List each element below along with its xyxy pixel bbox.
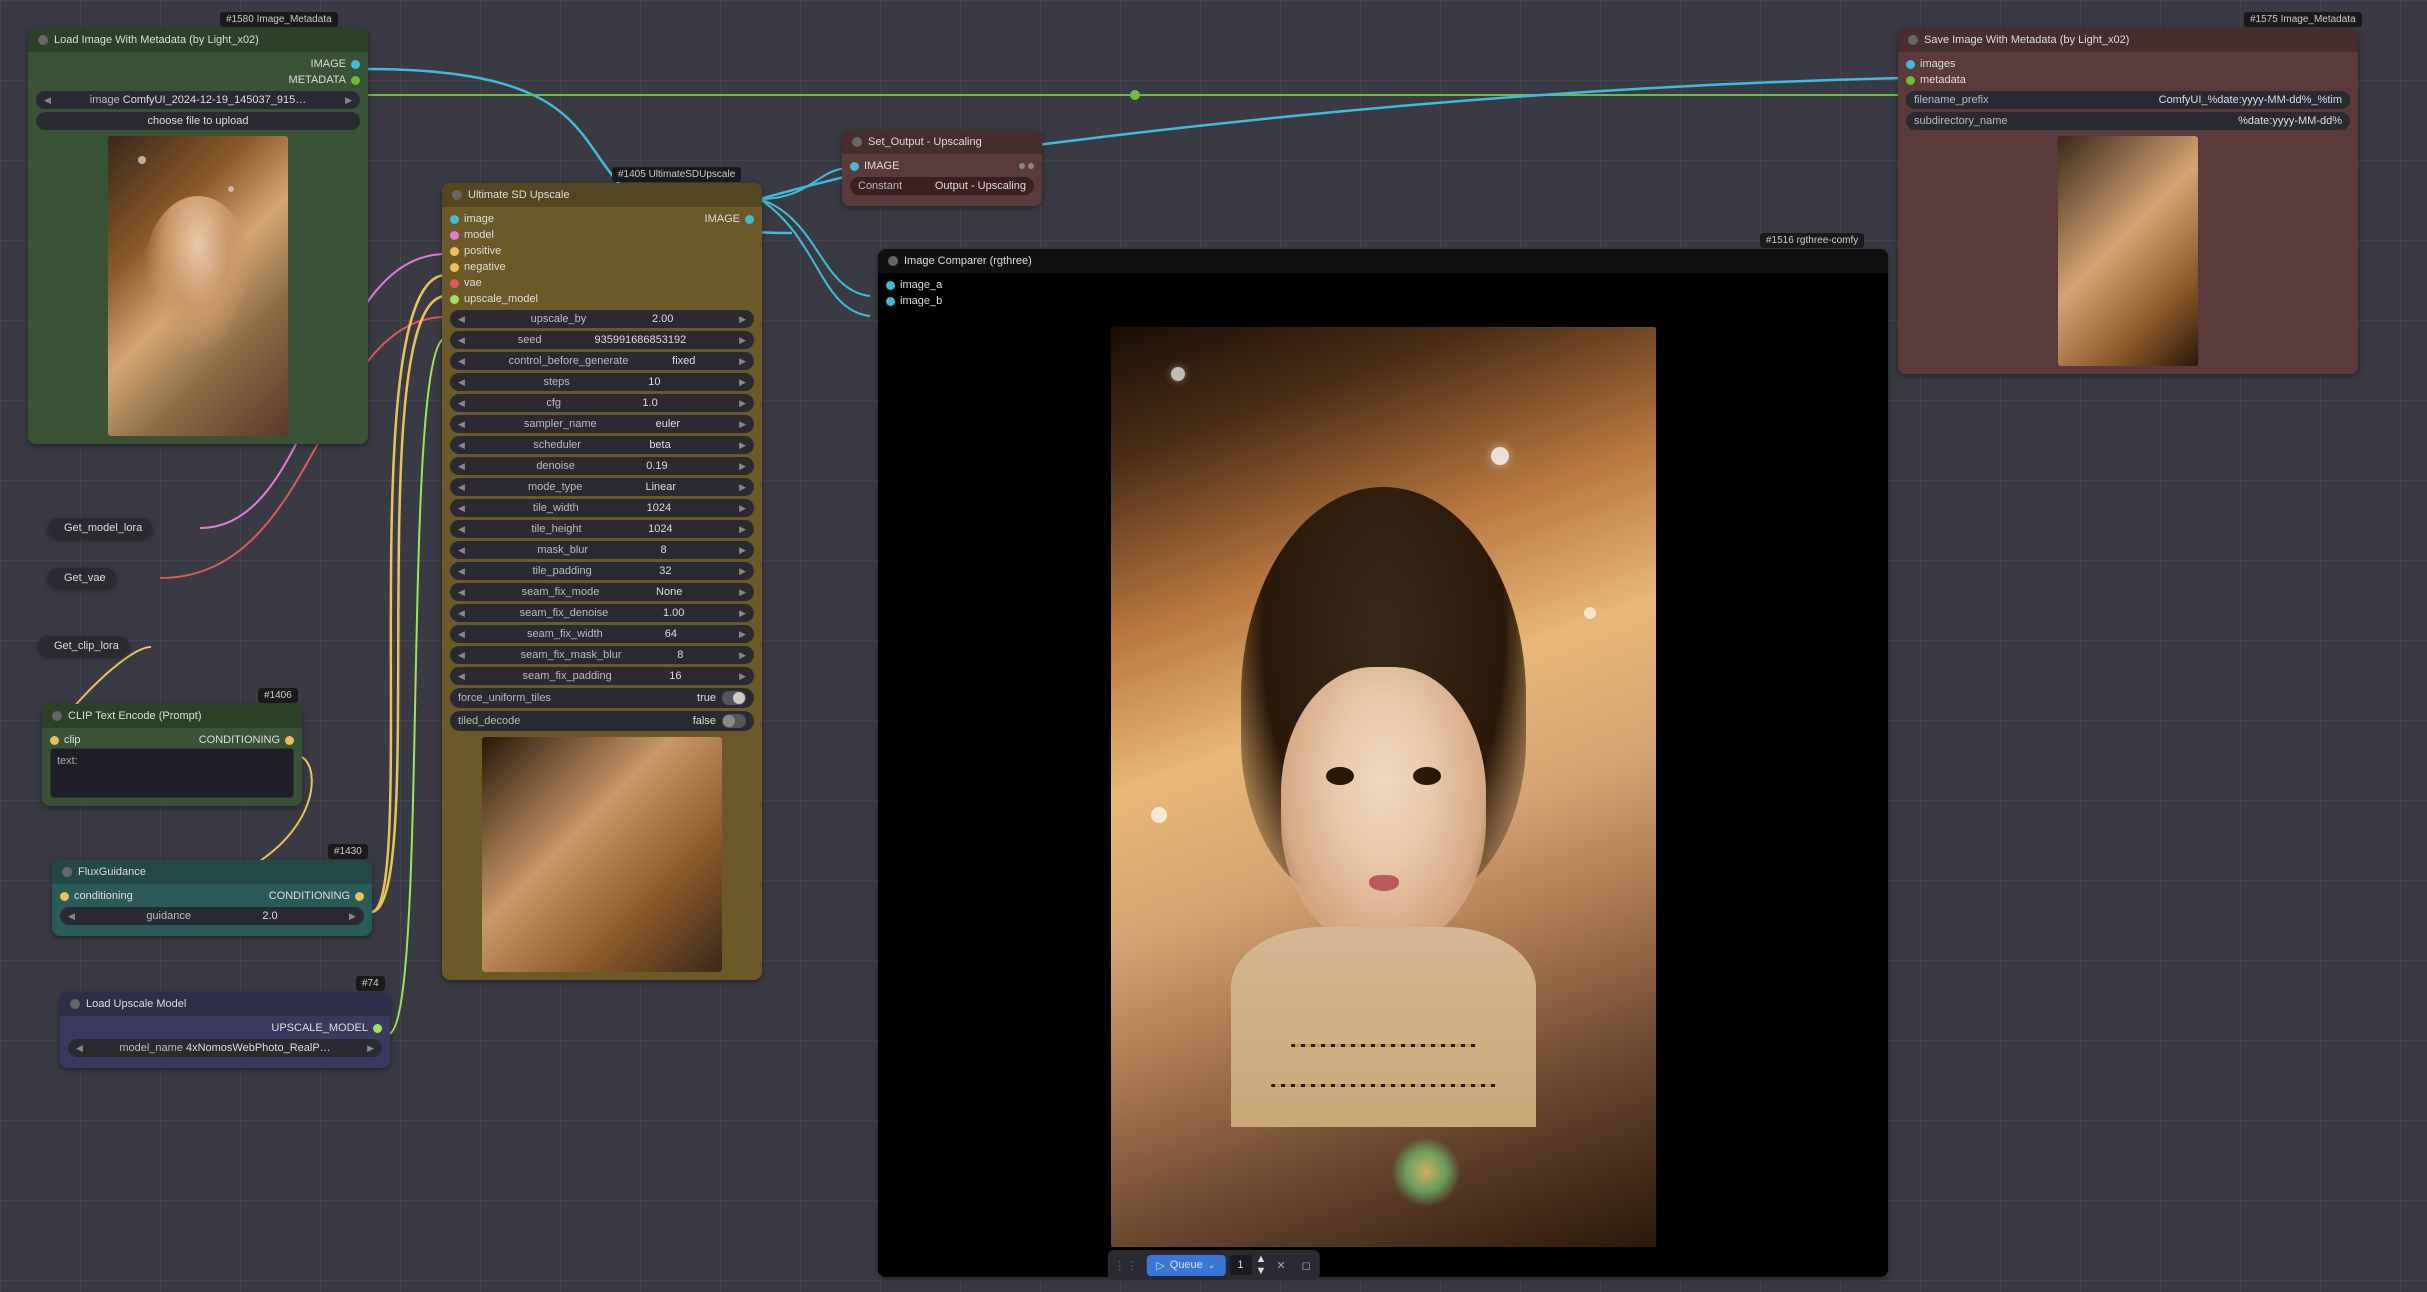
input-port[interactable] [450,231,459,240]
param-mode_type[interactable]: ◀mode_typeLinear▶ [450,478,754,496]
node-get-clip-lora[interactable]: Get_clip_lora [38,636,129,656]
param-steps[interactable]: ◀steps10▶ [450,373,754,391]
output-port[interactable] [351,76,360,85]
node-badge: #1580 Image_Metadata [220,12,338,27]
image-preview [482,737,722,972]
node-badge: #74 [356,976,385,991]
comparer-preview [886,309,1880,1265]
image-select-widget[interactable]: ◀image ComfyUI_2024-12-19_145037_915…▶ [36,91,360,109]
param-mask_blur[interactable]: ◀mask_blur8▶ [450,541,754,559]
guidance-widget[interactable]: ◀guidance2.0▶ [60,907,364,925]
input-port[interactable] [450,295,459,304]
input-port[interactable] [450,263,459,272]
node-get-model-lora[interactable]: Get_model_lora [48,518,152,538]
subdirectory-widget[interactable]: subdirectory_name%date:yyyy-MM-dd% [1906,112,2350,130]
queue-button[interactable]: ▷ Queue ⌄ [1146,1255,1225,1276]
param-denoise[interactable]: ◀denoise0.19▶ [450,457,754,475]
queue-bar: ⋮⋮ ▷ Queue ⌄ 1 ▲▼ ✕ ◻ [1107,1250,1319,1280]
image-preview [108,136,288,436]
node-flux-guidance[interactable]: FluxGuidance conditioning CONDITIONING ◀… [52,860,372,936]
run-icon: ▷ [1156,1259,1164,1272]
output-port[interactable] [351,60,360,69]
node-image-comparer[interactable]: Image Comparer (rgthree) image_a image_b [878,249,1888,1277]
node-set-output[interactable]: Set_Output - Upscaling IMAGE Constant Ou… [842,130,1042,206]
batch-count-input[interactable]: 1 [1229,1255,1251,1275]
param-seam_fix_width[interactable]: ◀seam_fix_width64▶ [450,625,754,643]
toggle-force_uniform_tiles[interactable]: force_uniform_tilestrue [450,688,754,708]
choose-file-button[interactable]: choose file to upload [36,112,360,130]
input-port[interactable] [450,247,459,256]
node-badge: #1516 rgthree-comfy [1760,233,1864,248]
param-seed[interactable]: ◀seed935991686853192▶ [450,331,754,349]
node-ultimate-sd-upscale[interactable]: Ultimate SD Upscale imagemodelpositivene… [442,183,762,980]
model-name-widget[interactable]: ◀model_name 4xNomosWebPhoto_RealP…▶ [68,1039,382,1057]
chevron-down-icon: ⌄ [1208,1260,1216,1271]
param-tile_height[interactable]: ◀tile_height1024▶ [450,520,754,538]
step-up-icon[interactable]: ▲ [1255,1253,1266,1265]
node-save-image-metadata[interactable]: Save Image With Metadata (by Light_x02) … [1898,28,2358,374]
node-badge: #1430 [328,844,368,859]
input-port[interactable] [450,279,459,288]
node-load-upscale-model[interactable]: Load Upscale Model UPSCALE_MODEL ◀model_… [60,992,390,1068]
node-title: Load Image With Metadata (by Light_x02) [54,34,259,46]
image-preview [2058,136,2198,366]
param-seam_fix_mode[interactable]: ◀seam_fix_modeNone▶ [450,583,754,601]
param-seam_fix_mask_blur[interactable]: ◀seam_fix_mask_blur8▶ [450,646,754,664]
stop-icon[interactable]: ◻ [1296,1255,1317,1276]
node-badge: #1405 UltimateSDUpscale [612,167,741,182]
node-badge: #1575 Image_Metadata [2244,12,2362,27]
param-tile_padding[interactable]: ◀tile_padding32▶ [450,562,754,580]
node-load-image-metadata[interactable]: Load Image With Metadata (by Light_x02) … [28,28,368,444]
cancel-icon[interactable]: ✕ [1270,1255,1291,1276]
param-seam_fix_denoise[interactable]: ◀seam_fix_denoise1.00▶ [450,604,754,622]
node-clip-text-encode[interactable]: CLIP Text Encode (Prompt) clip CONDITION… [42,704,302,806]
param-scheduler[interactable]: ◀schedulerbeta▶ [450,436,754,454]
filename-prefix-widget[interactable]: filename_prefixComfyUI_%date:yyyy-MM-dd%… [1906,91,2350,109]
param-seam_fix_padding[interactable]: ◀seam_fix_padding16▶ [450,667,754,685]
param-cfg[interactable]: ◀cfg1.0▶ [450,394,754,412]
param-control_before_generate[interactable]: ◀control_before_generatefixed▶ [450,352,754,370]
toggle-tiled_decode[interactable]: tiled_decodefalse [450,711,754,731]
node-get-vae[interactable]: Get_vae [48,568,116,588]
prompt-input[interactable]: text: [50,748,294,798]
node-badge: #1406 [258,688,298,703]
constant-widget[interactable]: Constant Output - Upscaling [850,177,1034,195]
param-upscale_by[interactable]: ◀upscale_by2.00▶ [450,310,754,328]
drag-handle-icon[interactable]: ⋮⋮ [1110,1259,1142,1272]
input-port[interactable] [450,215,459,224]
param-tile_width[interactable]: ◀tile_width1024▶ [450,499,754,517]
param-sampler_name[interactable]: ◀sampler_nameeuler▶ [450,415,754,433]
step-down-icon[interactable]: ▼ [1255,1265,1266,1277]
